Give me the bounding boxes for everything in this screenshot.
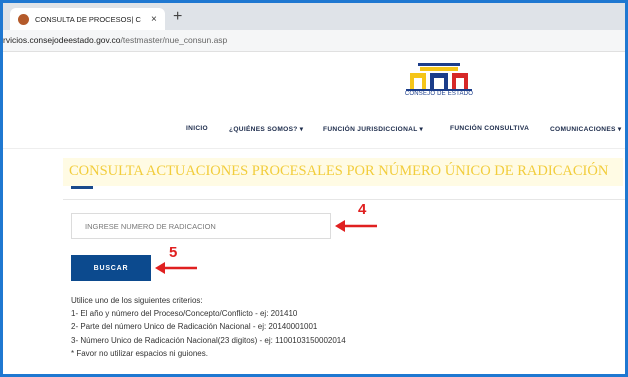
new-tab-button[interactable]: + xyxy=(173,8,182,26)
buscar-button[interactable]: BUSCAR xyxy=(71,255,151,281)
tab-title: CONSULTA DE PROCESOS| C xyxy=(35,14,141,24)
nav-item-funcion-consultiva[interactable]: FUNCIÓN CONSULTIVA xyxy=(450,125,529,132)
address-bar[interactable]: rvicios.consejodeestado.gov.co/testmaste… xyxy=(3,30,625,52)
annotation-step-5: 5 xyxy=(169,244,178,261)
browser-tab[interactable]: CONSULTA DE PROCESOS| C × xyxy=(10,8,165,30)
page-title: CONSULTA ACTUACIONES PROCESALES POR NÚME… xyxy=(69,163,609,179)
annotation-step-4: 4 xyxy=(358,201,367,218)
criteria-note: * Favor no utilizar espacios ni guiones. xyxy=(71,348,208,358)
annotation-arrow-left-icon xyxy=(155,262,197,274)
search-criteria-help: Utilice uno de los siguientes criterios:… xyxy=(71,294,551,360)
nav-item-quienes-somos[interactable]: ¿QUIÉNES SOMOS? ▾ xyxy=(229,125,303,133)
main-navigation: INICIO ¿QUIÉNES SOMOS? ▾ FUNCIÓN JURISDI… xyxy=(3,125,625,139)
title-underline xyxy=(71,186,93,189)
building-logo-icon xyxy=(406,63,472,91)
url-text[interactable]: rvicios.consejodeestado.gov.co/testmaste… xyxy=(3,35,227,45)
annotation-arrow-left-icon xyxy=(335,220,377,232)
criteria-intro: Utilice uno de los siguientes criterios: xyxy=(71,296,203,305)
url-domain: rvicios.consejodeestado.gov.co xyxy=(3,35,121,45)
screenshot-frame: CONSULTA DE PROCESOS| C × + rvicios.cons… xyxy=(0,0,628,377)
nav-item-funcion-jurisdiccional[interactable]: FUNCIÓN JURISDICCIONAL ▾ xyxy=(323,125,423,133)
criteria-item: 3- Número Unico de Radicación Nacional(2… xyxy=(71,335,346,345)
radicacion-search-input[interactable] xyxy=(71,213,331,239)
criteria-item: 2- Parte del número Unico de Radicación … xyxy=(71,322,318,332)
content-divider xyxy=(63,199,625,200)
criteria-item: 1- El año y número del Proceso/Concepto/… xyxy=(71,309,298,319)
header-divider xyxy=(3,148,625,149)
browser-tab-bar: CONSULTA DE PROCESOS| C × + xyxy=(3,3,625,30)
nav-item-inicio[interactable]: INICIO xyxy=(186,125,208,132)
close-tab-icon[interactable]: × xyxy=(151,14,157,25)
consejo-de-estado-logo[interactable]: CONSEJO DE ESTADO xyxy=(396,63,482,103)
logo-text: CONSEJO DE ESTADO xyxy=(404,91,474,97)
nav-item-comunicaciones[interactable]: COMUNICACIONES ▾ xyxy=(550,125,621,133)
page-title-bar: CONSULTA ACTUACIONES PROCESALES POR NÚME… xyxy=(63,158,623,186)
url-path: /testmaster/nue_consun.asp xyxy=(120,35,228,45)
site-favicon-icon xyxy=(18,13,29,25)
